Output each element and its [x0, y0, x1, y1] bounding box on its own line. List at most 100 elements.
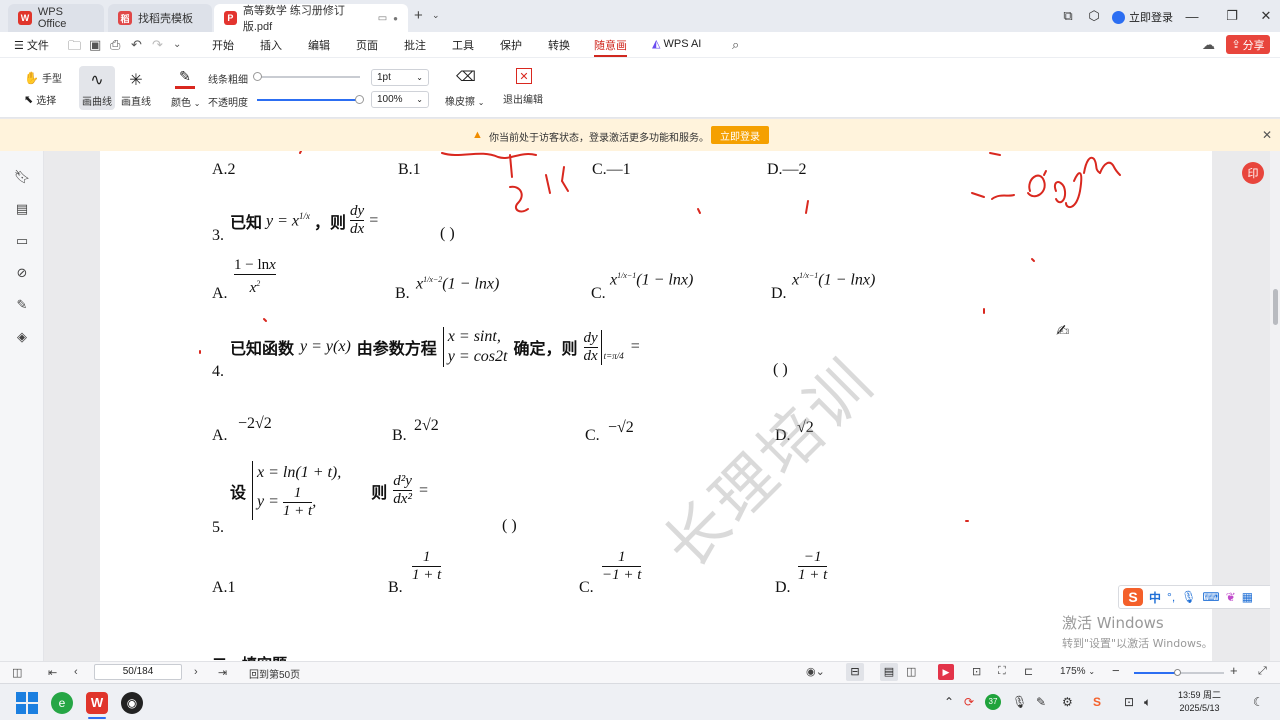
zoom-slider-handle[interactable] [1174, 669, 1181, 676]
login-button[interactable]: 立即登录 [1112, 9, 1173, 25]
signature-icon[interactable]: ✎ [14, 297, 30, 313]
file-menu[interactable]: ☰ 文件 [14, 37, 49, 53]
prev-page-icon[interactable]: ‹ [74, 666, 78, 678]
last-page-icon[interactable]: ⇥ [218, 666, 227, 679]
tab-monitor-icon[interactable]: ▭ [378, 13, 387, 24]
notice-close-icon[interactable]: ✕ [1262, 128, 1272, 142]
share-button[interactable]: ⇪ 分享 [1226, 35, 1270, 54]
menu-protect[interactable]: 保护 [500, 37, 522, 53]
tray-network-icon[interactable]: ⊡ [1124, 695, 1134, 709]
ime-punct-icon[interactable]: °, [1167, 590, 1175, 604]
obs-taskbar-icon[interactable]: ◉ [121, 692, 143, 714]
opacity-slider[interactable] [257, 95, 364, 104]
menu-annotate[interactable]: 批注 [404, 37, 426, 53]
open-icon[interactable]: 🗀 [68, 37, 81, 59]
menu-page[interactable]: 页面 [356, 37, 378, 53]
first-page-icon[interactable]: ⇤ [48, 666, 57, 679]
back-to-page-link[interactable]: 回到第50页 [249, 666, 300, 681]
page-number-input[interactable]: 50/184 [94, 664, 182, 680]
stroke-width-slider[interactable] [253, 72, 360, 81]
scroll-thumb[interactable] [1273, 289, 1278, 325]
fullscreen-icon[interactable]: ⤢ [1258, 665, 1267, 678]
exit-edit-button[interactable]: ✕ 退出编辑 [503, 68, 545, 106]
new-tab-icon[interactable]: + [414, 7, 423, 24]
single-page-view-icon[interactable]: ⊟ [846, 663, 864, 681]
tray-app-icon[interactable]: ⟳ [964, 695, 974, 709]
start-button-icon[interactable] [16, 692, 38, 714]
tab-list-chevron-icon[interactable]: ⌄ [432, 10, 440, 21]
stroke-width-select[interactable]: 1pt ⌄ [371, 69, 429, 86]
print-icon[interactable]: ⎙ [110, 37, 120, 53]
quick-more-chevron-icon[interactable]: ⌄ [173, 39, 181, 50]
tab-template[interactable]: 稻 找稻壳模板 [108, 4, 212, 32]
tray-pen-icon[interactable]: ✎ [1036, 695, 1046, 709]
zoom-in-icon[interactable]: + [1230, 663, 1238, 678]
zoom-out-icon[interactable]: − [1112, 663, 1120, 678]
ime-skin-icon[interactable]: ❦ [1226, 590, 1236, 604]
browser-taskbar-icon[interactable]: e [51, 692, 73, 714]
two-page-view-icon[interactable]: ◫ [906, 665, 916, 678]
menu-wps-ai[interactable]: ◭ WPS AI [652, 37, 701, 51]
ime-grid-icon[interactable]: ▦ [1242, 590, 1253, 604]
restore-icon[interactable]: ❐ [1220, 6, 1244, 26]
select-tool[interactable]: ⬉ 选择 [24, 92, 56, 107]
fit-width-icon[interactable]: ⊡ [972, 665, 981, 678]
tray-volume-icon[interactable]: 🔈︎ [1144, 695, 1151, 710]
fit-page-icon[interactable]: ⛶ [998, 665, 1006, 678]
attachment-icon[interactable]: ⊘ [14, 265, 30, 281]
menu-freehand[interactable]: 随意画 [594, 37, 627, 57]
color-picker[interactable]: ✎ 颜色 ⌄ [171, 68, 200, 109]
ime-keyboard-icon[interactable]: ⌨ [1202, 590, 1219, 604]
layers-icon[interactable]: ◈ [14, 329, 30, 345]
undo-icon[interactable]: ↶ [131, 37, 142, 53]
tray-settings-icon[interactable]: ⚙ [1062, 695, 1073, 709]
stamp-icon[interactable]: 印 [1242, 162, 1264, 184]
bookmark-icon[interactable]: 🔖︎ [14, 169, 31, 185]
curve-tool[interactable]: ∿ 画曲线 [79, 66, 115, 110]
play-icon[interactable]: ▶ [938, 664, 954, 680]
zoom-select[interactable]: 175% ⌄ [1060, 666, 1095, 677]
tab-wps-office[interactable]: W WPS Office [8, 4, 104, 32]
menu-start[interactable]: 开始 [212, 37, 234, 53]
comment-icon[interactable]: ▭ [14, 233, 30, 249]
clock[interactable]: 13:59 周二 2025/5/13 [1178, 689, 1221, 715]
minimize-icon[interactable]: — [1180, 6, 1204, 26]
cloud-upload-icon[interactable]: ☁ [1202, 37, 1215, 53]
sidebar-toggle-icon[interactable]: ◫ [12, 666, 22, 679]
continuous-view-icon[interactable]: ▤ [880, 663, 898, 681]
search-icon[interactable]: ⌕ [732, 37, 739, 53]
cube-icon[interactable]: ⬡ [1082, 6, 1106, 26]
ime-mic-icon[interactable]: 🎙︎ [1181, 590, 1196, 604]
ime-mode-label[interactable]: 中 [1149, 589, 1161, 606]
redo-icon[interactable]: ↷ [152, 37, 163, 53]
menu-edit[interactable]: 编辑 [308, 37, 330, 53]
zoom-slider[interactable] [1134, 669, 1224, 676]
menu-insert[interactable]: 插入 [260, 37, 282, 53]
hand-tool[interactable]: ✋ 手型 [24, 70, 62, 86]
eye-view-icon[interactable]: ◉⌄ [806, 665, 825, 678]
wps-taskbar-icon[interactable]: W [86, 692, 108, 714]
tab-pdf[interactable]: P 高等数学 练习册修订版.pdf ▭ ● [214, 4, 408, 33]
thumbnail-icon[interactable]: ▤ [14, 201, 30, 217]
document-viewport[interactable]: A.2 B.1 C.—1 D.—2 3. 已知 y = x1/x ，则 dy dx… [44, 151, 1270, 661]
notice-login-button[interactable]: 立即登录 [711, 126, 769, 144]
window-mode-icon[interactable]: ⧉ [1056, 6, 1080, 26]
line-tool[interactable]: ✳ 画直线 [119, 66, 153, 110]
menu-convert[interactable]: 转换 [548, 37, 570, 53]
tray-badge-icon[interactable]: 37 [985, 694, 1001, 710]
stroke-slider-handle[interactable] [253, 72, 262, 81]
screenshot-icon[interactable]: ⊏ [1024, 665, 1033, 678]
menu-tools[interactable]: 工具 [452, 37, 474, 53]
tray-sogou-icon[interactable]: S [1093, 695, 1101, 709]
tab-close-icon[interactable]: ● [393, 14, 398, 23]
next-page-icon[interactable]: › [194, 666, 198, 678]
notification-moon-icon[interactable]: ☾ [1253, 695, 1264, 709]
opacity-slider-handle[interactable] [355, 95, 364, 104]
close-window-icon[interactable]: ✕ [1254, 6, 1278, 26]
vertical-scrollbar[interactable] [1270, 151, 1280, 661]
tray-chevron-icon[interactable]: ⌃ [944, 695, 954, 709]
eraser-tool[interactable]: ⌫ 橡皮擦 ⌄ [445, 68, 487, 108]
tray-mic-icon[interactable]: 🎙︎ [1012, 695, 1027, 709]
ime-toolbar[interactable]: S 中 °, 🎙︎ ⌨ ❦ ▦ [1118, 585, 1270, 609]
save-icon[interactable]: ▣ [89, 37, 101, 53]
